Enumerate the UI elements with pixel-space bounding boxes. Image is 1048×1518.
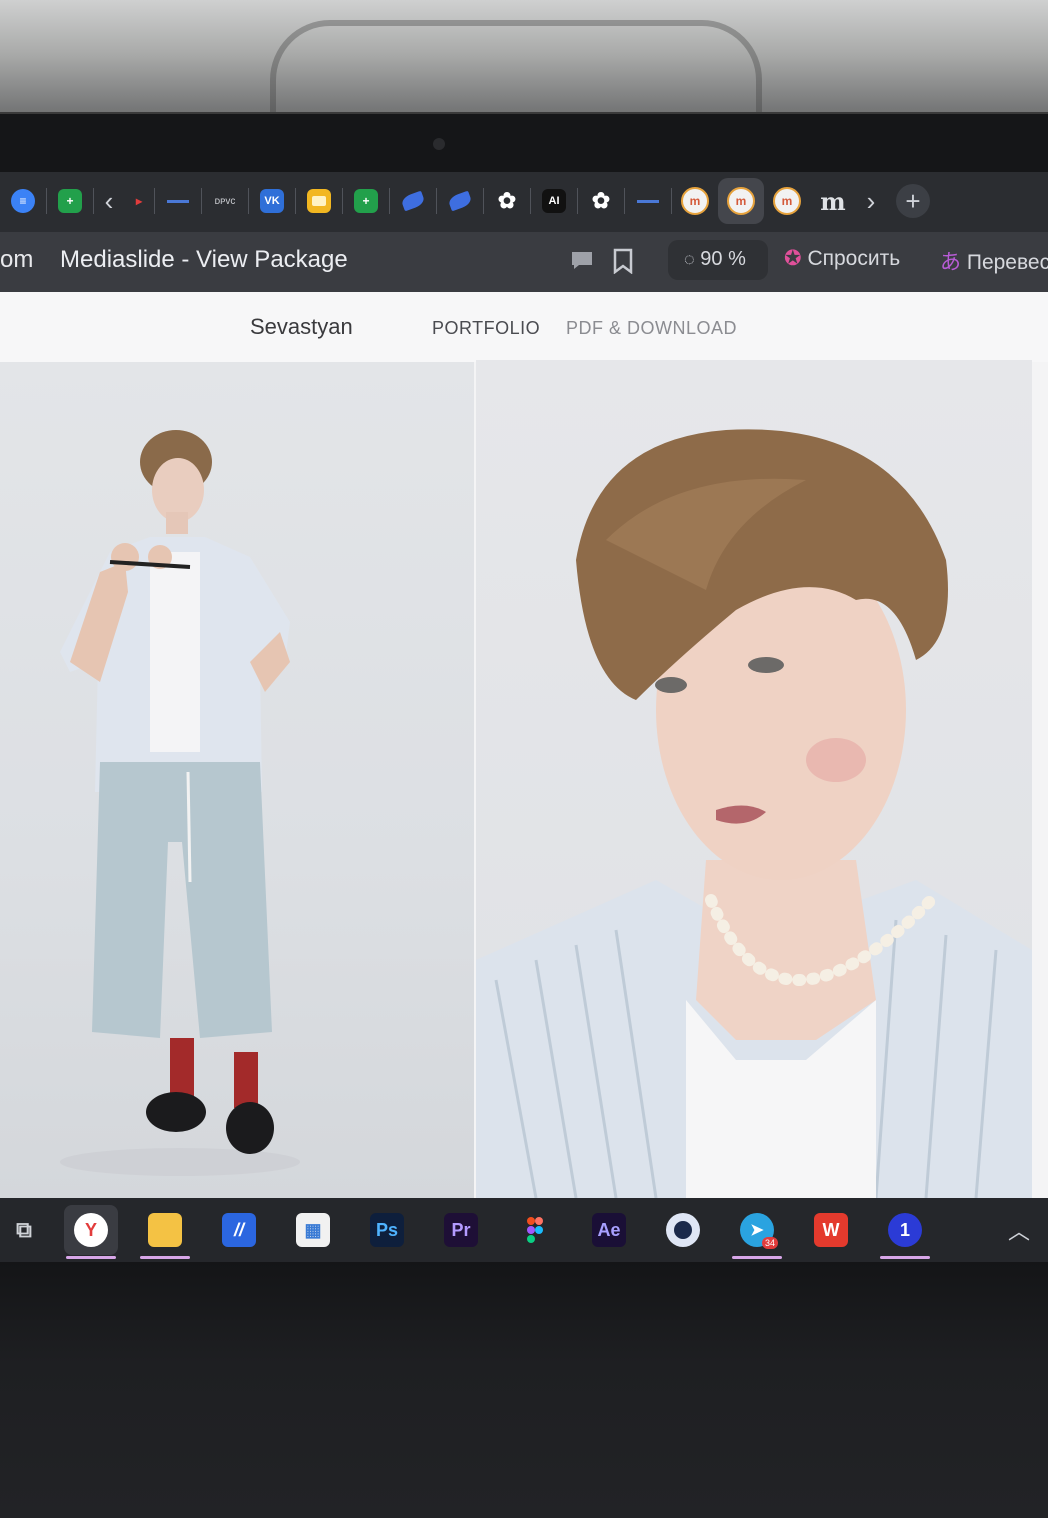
active-indicator — [66, 1256, 116, 1259]
cinema4d-icon — [666, 1213, 700, 1247]
tab-6[interactable]: VK — [249, 178, 295, 224]
taskbar-telegram[interactable]: ➤ 34 — [730, 1205, 784, 1259]
tab-17[interactable]: m — [764, 178, 810, 224]
taskbar-after-effects[interactable]: Ae — [582, 1205, 636, 1255]
zoom-level: 90 % — [700, 248, 746, 270]
nav-pdf-download[interactable]: PDF & DOWNLOAD — [566, 318, 737, 339]
search-bubble-icon: ◌ — [684, 249, 695, 269]
taskbar-photoshop[interactable]: Ps — [360, 1205, 414, 1255]
model-figure-illustration — [60, 430, 300, 1176]
premiere-icon: Pr — [444, 1213, 478, 1247]
tab-14[interactable] — [625, 178, 671, 224]
figma-icon — [518, 1213, 552, 1247]
chevron-left-icon[interactable]: ‹ — [94, 186, 124, 217]
file-explorer-icon — [148, 1213, 182, 1247]
laptop-base — [0, 1262, 1048, 1518]
browser-tab-strip: ≡ + ‹ ▸ ᴅᴘᴠᴄ VK + ✿ AI ✿ m m m m › + — [0, 172, 1048, 230]
yandex-browser-icon: Y — [74, 1213, 108, 1247]
page-title[interactable]: Mediaslide - View Package — [60, 246, 348, 274]
tab-13[interactable]: ✿ — [578, 178, 624, 224]
portrait-illustration — [476, 429, 1032, 1198]
model-name: Sevastyan — [250, 314, 353, 339]
ask-label: Спросить — [807, 247, 901, 270]
blue-circle-icon: ≡ — [11, 189, 35, 213]
m-one-icon: m — [820, 186, 846, 216]
photoshop-icon: Ps — [370, 1213, 404, 1247]
windows-taskbar: ⧉ Y // ▦ Ps Pr Ae ➤ 34 W 1 ︿ — [0, 1198, 1048, 1262]
bookmark-icon[interactable] — [612, 248, 634, 280]
tab-10[interactable] — [437, 178, 483, 224]
wps-office-icon: W — [814, 1213, 848, 1247]
tab-5[interactable]: ᴅᴘᴠᴄ — [202, 178, 248, 224]
chevron-up-icon[interactable]: ︿ — [1008, 1214, 1030, 1246]
chat-icon[interactable] — [570, 250, 594, 278]
m-icon: m — [773, 187, 801, 215]
taskbar-figma[interactable] — [508, 1205, 562, 1255]
flower-icon: ✿ — [591, 188, 611, 213]
taskbar-wps-office[interactable]: W — [804, 1205, 858, 1255]
blue-line-icon — [636, 189, 660, 213]
blue-line-icon — [166, 189, 190, 213]
ask-button[interactable]: ✪ Спросить — [784, 246, 900, 271]
taskbar-microsoft-store[interactable]: ▦ — [286, 1205, 340, 1255]
active-indicator — [732, 1256, 782, 1259]
tab-4[interactable] — [155, 178, 201, 224]
tab-15[interactable]: m — [672, 178, 718, 224]
tab-9[interactable] — [390, 178, 436, 224]
blue-leaf-icon — [400, 190, 426, 212]
tab-8[interactable]: + — [343, 178, 389, 224]
tab-16-active[interactable]: m — [718, 178, 764, 224]
taskbar-app[interactable]: // — [212, 1205, 266, 1255]
new-tab-button[interactable]: + — [896, 184, 930, 218]
taskbar-yandex-browser[interactable]: Y — [64, 1205, 118, 1259]
m-icon: m — [727, 187, 755, 215]
red-arrow-icon: ▸ — [135, 194, 143, 208]
nav-portfolio[interactable]: PORTFOLIO — [432, 318, 540, 339]
green-plus-icon: + — [58, 189, 82, 213]
yellow-slide-icon — [307, 189, 331, 213]
app-one-icon: 1 — [888, 1213, 922, 1247]
taskbar-premiere[interactable]: Pr — [434, 1205, 488, 1255]
laptop-bezel — [0, 112, 1048, 176]
dark-text-icon: ᴅᴘᴠᴄ — [214, 195, 236, 207]
tab-18[interactable]: m — [810, 178, 856, 224]
tab-3[interactable]: ▸ — [124, 178, 154, 224]
portfolio-photo-portrait[interactable] — [476, 360, 1032, 1198]
tab-7[interactable] — [296, 178, 342, 224]
taskbar-cinema4d[interactable] — [656, 1205, 710, 1255]
after-effects-icon: Ae — [592, 1213, 626, 1247]
background-chair — [270, 20, 762, 116]
webcam — [433, 138, 445, 150]
zoom-level-group: ◌ 90 % — [684, 248, 746, 271]
translate-icon: あ — [940, 251, 961, 274]
tab-12[interactable]: AI — [531, 178, 577, 224]
taskbar-file-explorer[interactable] — [138, 1205, 192, 1259]
background-room — [0, 0, 1048, 120]
tab-2[interactable]: + — [47, 178, 93, 224]
ai-icon: AI — [542, 189, 566, 213]
task-view-icon: ⧉ — [16, 1217, 32, 1242]
portfolio-photo-full-length[interactable] — [0, 362, 474, 1198]
translate-label: Перевест — [966, 251, 1048, 274]
active-indicator — [140, 1256, 190, 1259]
blue-leaf-icon — [447, 190, 473, 212]
m-icon: m — [681, 187, 709, 215]
active-indicator — [880, 1256, 930, 1259]
tab-1[interactable]: ≡ — [0, 178, 46, 224]
task-view-button[interactable]: ⧉ — [4, 1205, 44, 1255]
tab-11[interactable]: ✿ — [484, 178, 530, 224]
ask-icon: ✪ — [784, 247, 802, 270]
telegram-badge: 34 — [761, 1237, 778, 1249]
microsoft-store-icon: ▦ — [296, 1213, 330, 1247]
chevron-right-icon[interactable]: › — [856, 186, 886, 217]
translate-button[interactable]: あ Перевест — [940, 246, 1048, 276]
app-icon: // — [222, 1213, 256, 1247]
taskbar-app-one[interactable]: 1 — [878, 1205, 932, 1259]
green-plus-icon: + — [354, 189, 378, 213]
title-fragment: om — [0, 246, 34, 273]
vk-icon: VK — [260, 189, 284, 213]
flower-icon: ✿ — [497, 188, 517, 213]
